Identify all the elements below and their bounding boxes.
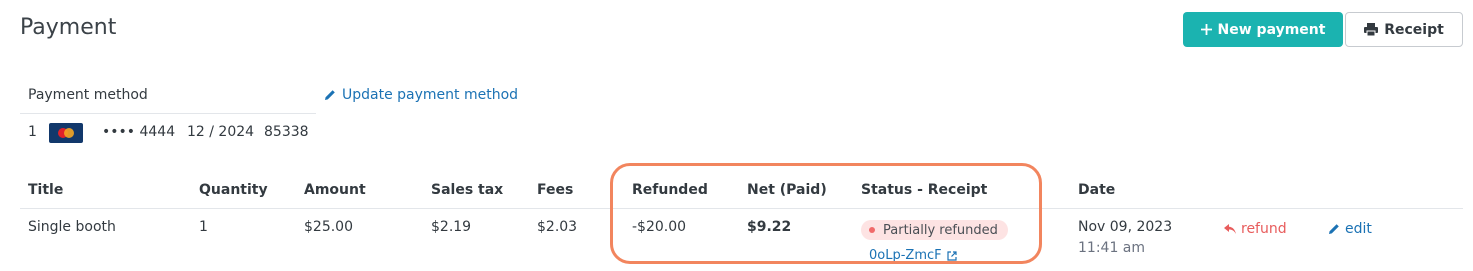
header-sales-tax: Sales tax — [431, 182, 504, 198]
cell-date: Nov 09, 2023 — [1078, 219, 1173, 235]
refund-button[interactable]: refund — [1224, 221, 1287, 237]
header-amount: Amount — [304, 182, 366, 198]
payment-method-index: 1 — [28, 124, 37, 140]
payment-method-divider — [20, 113, 316, 114]
update-payment-method-link[interactable]: Update payment method — [324, 87, 518, 103]
cell-sales-tax: $2.19 — [431, 219, 472, 235]
header-title: Title — [28, 182, 64, 198]
edit-label: edit — [1345, 221, 1372, 237]
highlight-annotation — [610, 163, 1042, 264]
cell-quantity: 1 — [199, 219, 208, 235]
reply-icon — [1224, 224, 1236, 234]
new-payment-label: New payment — [1217, 21, 1326, 38]
card-postal-code: 85338 — [264, 124, 309, 140]
edit-button[interactable]: edit — [1328, 221, 1372, 237]
refund-label: refund — [1241, 221, 1287, 237]
mastercard-icon — [49, 123, 83, 143]
plus-icon — [1200, 24, 1212, 35]
update-payment-method-label: Update payment method — [342, 87, 519, 103]
header-fees: Fees — [537, 182, 574, 198]
header-date: Date — [1078, 182, 1116, 198]
page-title: Payment — [20, 15, 117, 40]
cell-fees: $2.03 — [537, 219, 578, 235]
receipt-label: Receipt — [1384, 21, 1444, 38]
pencil-icon — [325, 90, 335, 100]
card-expiry: 12 / 2024 — [187, 124, 255, 140]
cell-time: 11:41 am — [1078, 240, 1146, 256]
cell-amount: $25.00 — [304, 219, 353, 235]
header-quantity: Quantity — [199, 182, 268, 198]
new-payment-button[interactable]: New payment — [1183, 12, 1343, 47]
printer-icon — [1364, 23, 1379, 36]
receipt-button[interactable]: Receipt — [1345, 12, 1463, 47]
pencil-icon — [1329, 224, 1339, 234]
payment-method-label: Payment method — [28, 87, 148, 103]
card-number: •••• 4444 — [102, 124, 176, 140]
cell-title: Single booth — [28, 219, 116, 235]
